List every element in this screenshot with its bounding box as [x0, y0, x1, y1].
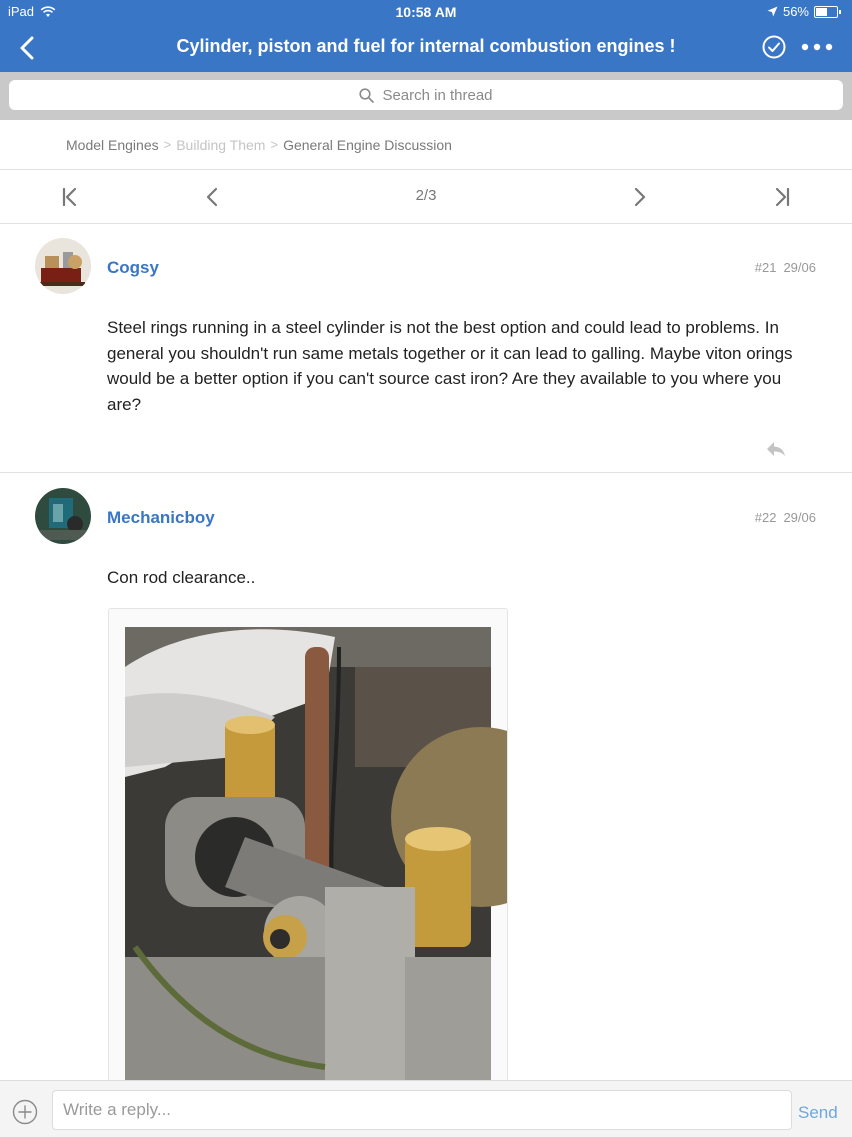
reply-input[interactable]	[52, 1090, 792, 1130]
post-number[interactable]: #22	[755, 510, 777, 525]
status-right: 56%	[767, 4, 841, 19]
battery-fill	[816, 7, 828, 16]
subscribe-check-icon[interactable]	[762, 35, 786, 59]
search-placeholder: Search in thread	[382, 86, 493, 104]
breadcrumb-building-them[interactable]: Building Them	[176, 137, 265, 153]
page-indicator: 2/3	[415, 187, 437, 204]
avatar-image	[35, 488, 91, 544]
post-21: Cogsy #21 29/06 Steel rings running in a…	[0, 224, 852, 472]
add-attachment-icon[interactable]	[12, 1099, 38, 1125]
post-meta: #22 29/06	[755, 510, 816, 525]
search-in-thread-field[interactable]: Search in thread	[9, 80, 843, 110]
last-page-icon[interactable]	[770, 185, 794, 209]
location-icon	[767, 6, 778, 17]
avatar-mechanicboy[interactable]	[35, 488, 91, 544]
status-bar: iPad 10:58 AM 56%	[0, 0, 852, 24]
avatar-image	[35, 238, 91, 294]
post-author[interactable]: Mechanicboy	[107, 508, 215, 528]
post-body: Con rod clearance..	[107, 568, 256, 587]
header-bar: iPad 10:58 AM 56% Cylinder, piston and f…	[0, 0, 852, 72]
battery-percent: 56%	[782, 4, 809, 19]
next-page-icon[interactable]	[627, 185, 651, 209]
first-page-icon[interactable]	[58, 185, 82, 209]
search-bar-container: Search in thread	[0, 72, 852, 120]
more-options-icon[interactable]	[800, 35, 834, 59]
breadcrumb-model-engines[interactable]: Model Engines	[66, 137, 159, 153]
thread-title: Cylinder, piston and fuel for internal c…	[176, 36, 676, 56]
post-body: Steel rings running in a steel cylinder …	[107, 318, 793, 414]
search-icon	[359, 87, 375, 103]
previous-page-icon[interactable]	[201, 185, 225, 209]
post-date: 29/06	[783, 260, 816, 275]
reply-arrow-icon[interactable]	[764, 439, 788, 459]
reply-bar: Send	[0, 1080, 852, 1137]
back-chevron-icon[interactable]	[14, 34, 42, 62]
post-meta: #21 29/06	[755, 260, 816, 275]
post-number[interactable]: #21	[755, 260, 777, 275]
breadcrumb: Model Engines > Building Them > General …	[0, 120, 852, 170]
battery-icon	[814, 5, 841, 18]
nav-bar: Cylinder, piston and fuel for internal c…	[0, 24, 852, 72]
breadcrumb-separator-icon: >	[163, 137, 172, 152]
attachment-image[interactable]	[108, 608, 508, 1090]
post-author[interactable]: Cogsy	[107, 258, 159, 278]
breadcrumb-separator-icon: >	[270, 137, 279, 152]
status-time: 10:58 AM	[395, 4, 457, 20]
send-button[interactable]: Send	[798, 1103, 838, 1123]
post-date: 29/06	[783, 510, 816, 525]
con-rod-photo	[109, 609, 507, 1089]
breadcrumb-general-engine-discussion[interactable]: General Engine Discussion	[283, 137, 452, 153]
avatar-cogsy[interactable]	[35, 238, 91, 294]
pagination-bar: 2/3	[0, 171, 852, 224]
